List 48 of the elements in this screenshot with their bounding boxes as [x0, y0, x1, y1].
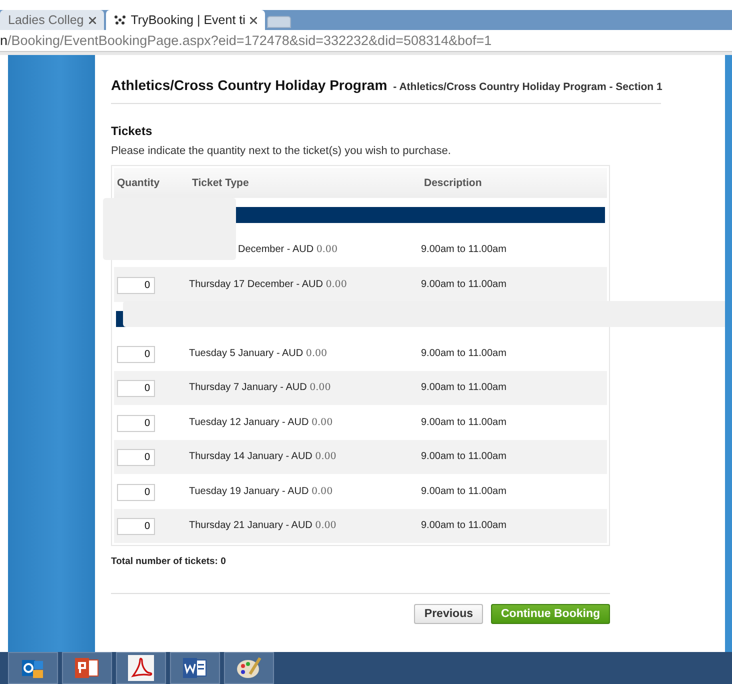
ticket-description: 9.00am to 11.00am: [421, 486, 506, 497]
quantity-field[interactable]: 0: [117, 414, 155, 432]
browser-tab[interactable]: Ladies Colleg: [0, 10, 104, 30]
column-header: Ticket Type: [191, 177, 249, 189]
previous-button[interactable]: Previous: [414, 604, 483, 624]
address-bar[interactable]: n/Booking/EventBookingPage.aspx?eid=172478&sid=332232&did=508314&bof=1: [0, 30, 732, 52]
ticket-description: 9.00am to 11.00am: [421, 244, 506, 256]
logo-icon: [114, 15, 126, 25]
page-subtitle: - Athletics/Cross Country Holiday Program - Section 1: [393, 81, 662, 93]
ticket-type: Tuesday 5 January - AUD 0.00: [189, 348, 328, 359]
ticket-type: Thursday 7 January - AUD 0.00: [189, 382, 331, 394]
taskbar-button[interactable]: [224, 652, 274, 684]
word-icon: [183, 657, 207, 679]
pdf-icon: [128, 655, 154, 681]
quantity-field[interactable]: 0: [117, 518, 155, 536]
slides-icon: [75, 657, 99, 679]
palette-icon: [236, 656, 262, 680]
ticket-description: 9.00am to 11.00am: [421, 382, 506, 394]
column-header: Description: [423, 177, 482, 189]
ticket-type: Tuesday 19 January - AUD 0.00: [189, 486, 333, 497]
column-header: Quantity: [116, 177, 160, 189]
ticket-type: Tuesday 12 January - AUD 0.00: [189, 416, 333, 428]
quantity-field[interactable]: 0: [117, 276, 155, 294]
ticket-total: Total number of tickets: 0: [111, 556, 227, 567]
ticket-description: 9.00am to 11.00am: [421, 348, 506, 359]
section-heading: Tickets: [111, 124, 154, 138]
quantity-field[interactable]: 0: [117, 484, 155, 501]
taskbar-button[interactable]: [8, 652, 58, 684]
ticket-description: 9.00am to 11.00am: [421, 278, 506, 290]
ticket-type: December - AUD 0.00: [237, 244, 338, 256]
ticket-description: 9.00am to 11.00am: [421, 520, 506, 532]
mail-icon: [22, 657, 44, 679]
browser-tab[interactable]: TryBooking | Event ti: [106, 10, 266, 30]
ticket-description: 9.00am to 11.00am: [421, 451, 506, 462]
quantity-field[interactable]: 0: [117, 346, 155, 363]
page-title: Athletics/Cross Country Holiday Program: [111, 77, 388, 93]
ticket-type: Thursday 14 January - AUD 0.00: [189, 451, 336, 462]
taskbar-button[interactable]: [116, 652, 166, 684]
taskbar-button[interactable]: [170, 652, 220, 684]
ticket-type: Thursday 21 January - AUD 0.00: [189, 520, 336, 532]
close-icon[interactable]: [88, 16, 96, 24]
ticket-description: 9.00am to 11.00am: [421, 416, 506, 428]
quantity-field[interactable]: 0: [117, 449, 155, 466]
taskbar-button[interactable]: [62, 652, 112, 684]
close-icon[interactable]: [250, 16, 258, 24]
quantity-field[interactable]: 0: [117, 380, 155, 398]
instructions-text: Please indicate the quantity next to the ticket(s) you wish to purchase.: [111, 145, 452, 157]
ticket-type: Thursday 17 December - AUD 0.00: [189, 278, 347, 290]
